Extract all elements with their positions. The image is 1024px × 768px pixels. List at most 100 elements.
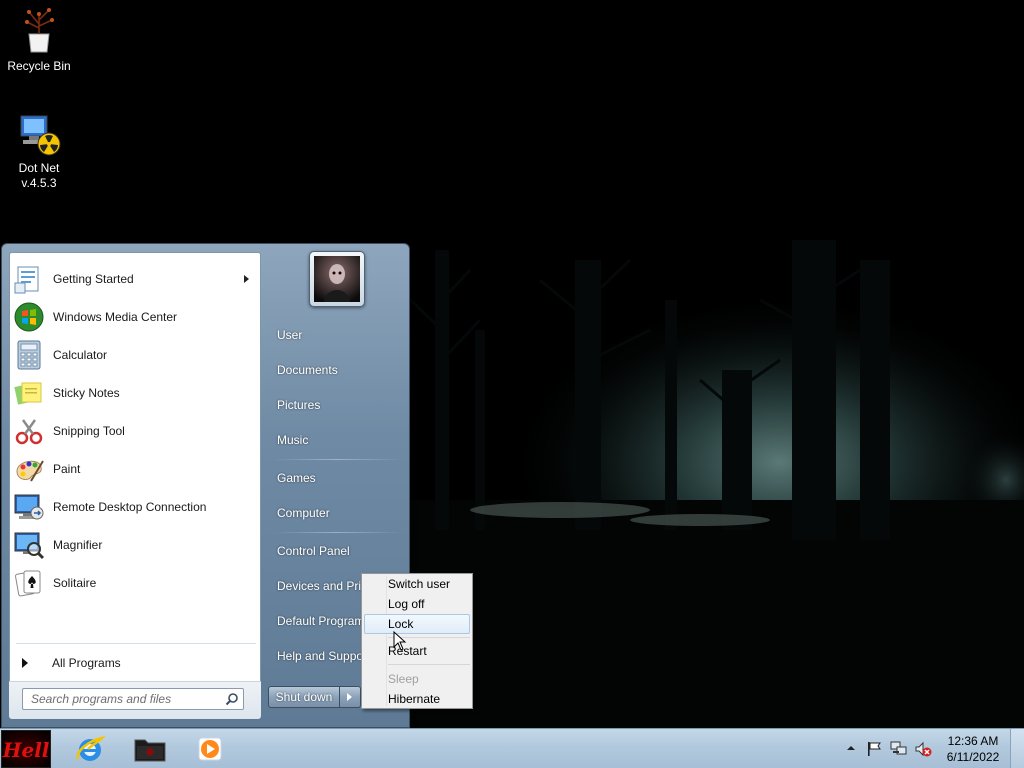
clock-date: 6/11/2022	[946, 750, 1000, 764]
all-programs-label: All Programs	[52, 656, 121, 670]
menu-item-lock[interactable]: Lock	[364, 614, 470, 634]
desktop-icon-label: Dot Net v.4.5.3	[18, 161, 60, 190]
desktop-icon-label: Recycle Bin	[7, 59, 71, 73]
clock-time: 12:36 AM	[947, 734, 999, 748]
mouse-pointer-icon	[393, 631, 407, 651]
program-magnifier[interactable]: Magnifier	[13, 527, 257, 563]
expand-arrow-icon	[22, 658, 28, 668]
program-getting-started[interactable]: Getting Started	[13, 261, 257, 297]
place-documents[interactable]: Documents	[268, 355, 404, 385]
menu-item-label: Log off	[388, 597, 425, 611]
show-desktop-button[interactable]	[1010, 729, 1024, 768]
volume-muted-icon[interactable]	[914, 741, 932, 757]
program-label: Calculator	[53, 348, 108, 362]
paint-icon	[16, 460, 44, 482]
svg-text:Hell: Hell	[2, 738, 50, 762]
desktop-icon-dotnet[interactable]: Dot Net v.4.5.3	[1, 112, 77, 191]
place-label: Default Programs	[277, 614, 371, 628]
show-hidden-icons-icon[interactable]	[845, 741, 857, 755]
menu-separator	[388, 664, 470, 665]
menu-item-label: Sleep	[388, 672, 419, 686]
place-user[interactable]: User	[268, 320, 404, 350]
magnifier-icon	[14, 532, 45, 560]
program-paint[interactable]: Paint	[13, 451, 257, 487]
desktop-icon-recycle-bin[interactable]: Recycle Bin	[1, 6, 77, 74]
start-orb-logo: Hell	[2, 738, 50, 762]
search-area	[9, 681, 261, 719]
place-control-panel[interactable]: Control Panel	[268, 536, 404, 566]
taskbar-file-explorer[interactable]	[122, 732, 178, 766]
calculator-icon	[17, 340, 41, 370]
menu-item-label: Lock	[388, 617, 414, 631]
recycle-bin-icon	[25, 8, 54, 53]
taskbar-media-player[interactable]	[182, 732, 238, 766]
shut-down-options-button[interactable]	[340, 686, 361, 708]
solitaire-icon	[15, 570, 41, 597]
system-clock[interactable]: 12:36 AM 6/11/2022	[940, 733, 1006, 765]
places-separator	[272, 532, 402, 533]
program-snipping-tool[interactable]: Snipping Tool	[13, 413, 257, 449]
media-player-icon	[198, 737, 222, 761]
sticky-notes-icon	[14, 382, 42, 405]
dotnet-installer-icon	[20, 115, 61, 156]
place-label: Help and Support	[277, 649, 371, 663]
action-center-flag-icon[interactable]	[866, 741, 882, 757]
menu-item-label: Switch user	[388, 577, 451, 591]
place-label: Control Panel	[277, 544, 350, 558]
place-label: Music	[277, 433, 309, 447]
program-label: Snipping Tool	[53, 424, 125, 438]
user-avatar-icon	[314, 256, 360, 302]
network-icon[interactable]	[890, 741, 908, 757]
program-windows-media-center[interactable]: Windows Media Center	[13, 299, 257, 335]
submenu-arrow-icon[interactable]	[244, 275, 249, 283]
program-label: Getting Started	[53, 272, 134, 286]
place-label: Computer	[277, 506, 330, 520]
program-label: Magnifier	[53, 538, 103, 552]
internet-explorer-icon	[76, 735, 106, 761]
place-pictures[interactable]: Pictures	[268, 390, 404, 420]
program-calculator[interactable]: Calculator	[13, 337, 257, 373]
getting-started-icon	[14, 266, 39, 294]
all-programs-separator	[16, 643, 256, 644]
file-explorer-icon	[134, 739, 166, 762]
search-input[interactable]	[31, 692, 217, 706]
place-label: User	[277, 328, 303, 342]
place-computer[interactable]: Computer	[268, 498, 404, 528]
chevron-right-icon	[347, 693, 352, 701]
program-label: Paint	[53, 462, 81, 476]
start-menu-programs-pane: Getting Started Windows Media Center Cal…	[9, 252, 261, 719]
taskbar-internet-explorer[interactable]	[62, 732, 118, 766]
all-programs-button[interactable]: All Programs	[20, 651, 256, 675]
shut-down-button[interactable]: Shut down	[268, 686, 340, 708]
places-separator	[272, 459, 402, 460]
shut-down-label: Shut down	[275, 690, 333, 704]
place-games[interactable]: Games	[268, 463, 404, 493]
menu-item-hibernate[interactable]: Hibernate	[364, 689, 470, 709]
program-label: Sticky Notes	[53, 386, 120, 400]
search-icon[interactable]	[225, 692, 239, 706]
program-remote-desktop[interactable]: Remote Desktop Connection	[13, 489, 257, 525]
remote-desktop-icon	[14, 494, 44, 520]
program-sticky-notes[interactable]: Sticky Notes	[13, 375, 257, 411]
place-music[interactable]: Music	[268, 425, 404, 455]
menu-item-switch-user[interactable]: Switch user	[364, 574, 470, 594]
program-label: Solitaire	[53, 576, 97, 590]
taskbar: Hell 12:36 AM 6/11/2022	[0, 728, 1024, 768]
media-center-icon	[14, 302, 44, 332]
user-account-picture[interactable]	[309, 251, 365, 307]
shut-down-options-menu: Switch user Log off Lock Restart Sleep H…	[361, 573, 473, 709]
start-button[interactable]: Hell	[1, 730, 51, 768]
program-label: Remote Desktop Connection	[53, 500, 207, 514]
search-box[interactable]	[22, 688, 244, 710]
place-label: Documents	[277, 363, 338, 377]
menu-item-log-off[interactable]: Log off	[364, 594, 470, 614]
place-label: Pictures	[277, 398, 321, 412]
program-solitaire[interactable]: Solitaire	[13, 565, 257, 601]
program-label: Windows Media Center	[53, 310, 178, 324]
menu-item-sleep: Sleep	[364, 669, 470, 689]
place-label: Games	[277, 471, 316, 485]
start-menu: Getting Started Windows Media Center Cal…	[1, 243, 410, 728]
snipping-tool-icon	[15, 419, 43, 445]
menu-item-label: Hibernate	[388, 692, 441, 706]
menu-item-restart[interactable]: Restart	[364, 641, 470, 661]
